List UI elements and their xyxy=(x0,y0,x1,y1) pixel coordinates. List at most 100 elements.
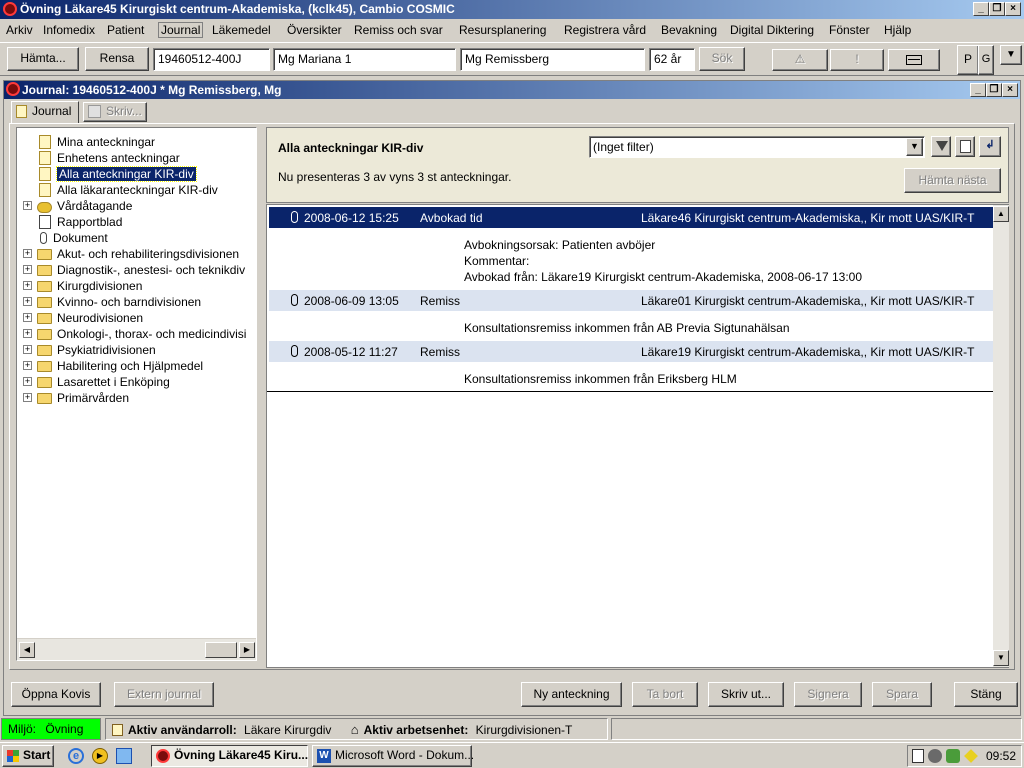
ie-quicklaunch-icon[interactable]: e xyxy=(68,748,84,764)
search-button[interactable]: Sök xyxy=(699,47,745,71)
windows-taskbar: Start e ▶ Övning Läkare45 Kiru... W Micr… xyxy=(0,742,1024,768)
filter-icon-button[interactable] xyxy=(931,136,951,157)
note-row[interactable]: 2008-05-12 11:27 Remiss Läkare19 Kirurgi… xyxy=(269,341,993,362)
save-button[interactable]: Spara xyxy=(872,682,932,707)
pencil-tray-icon[interactable] xyxy=(964,749,978,763)
menu-digital-diktering[interactable]: Digital Diktering xyxy=(730,23,814,37)
menu-patient[interactable]: Patient xyxy=(107,23,144,37)
sign-button[interactable]: Signera xyxy=(794,682,862,707)
network-tray-icon[interactable] xyxy=(928,749,942,763)
menu-oversikter[interactable]: Översikter xyxy=(287,23,342,37)
coins-icon xyxy=(37,202,52,213)
tree-node[interactable]: + Habilitering och Hjälpmedel xyxy=(17,358,256,374)
expand-icon[interactable]: + xyxy=(23,297,32,306)
tree-node[interactable]: + Neurodivisionen xyxy=(17,310,256,326)
menu-lakemedel[interactable]: Läkemedel xyxy=(212,23,271,37)
expand-icon[interactable]: + xyxy=(23,393,32,402)
menu-registrera-vard[interactable]: Registrera vård xyxy=(564,23,646,37)
expand-icon[interactable]: + xyxy=(23,345,32,354)
shield-tray-icon[interactable] xyxy=(946,749,960,763)
menu-arkiv[interactable]: Arkiv xyxy=(6,23,33,37)
journal-minimize-button[interactable]: _ xyxy=(970,83,986,97)
restore-button[interactable]: ❐ xyxy=(989,2,1005,16)
first-name-field[interactable]: Mg Mariana 1 xyxy=(273,48,456,71)
clear-button[interactable]: Rensa xyxy=(85,47,149,71)
warning-button[interactable]: ⚠ xyxy=(772,49,828,71)
close-journal-button[interactable]: Stäng xyxy=(954,682,1018,707)
tree-node[interactable]: + Kirurgdivisionen xyxy=(17,278,256,294)
tree-node[interactable]: Dokument xyxy=(17,230,256,246)
tree-node[interactable]: + Akut- och rehabiliteringsdivisionen xyxy=(17,246,256,262)
notes-vertical-scrollbar[interactable]: ▲ ▼ xyxy=(993,205,1009,667)
media-player-quicklaunch-icon[interactable]: ▶ xyxy=(92,748,108,764)
open-kovis-button[interactable]: Öppna Kovis xyxy=(11,682,101,707)
menu-resursplanering[interactable]: Resursplanering xyxy=(459,23,546,37)
toolbar-dropdown-button[interactable]: ▼ xyxy=(1000,45,1022,65)
filter-select[interactable]: (Inget filter) xyxy=(589,136,925,158)
minus-box-button[interactable] xyxy=(888,49,940,71)
personnummer-field[interactable]: 19460512-400J xyxy=(153,48,270,71)
taskbar-item-word[interactable]: W Microsoft Word - Dokum... xyxy=(312,745,474,767)
print-button[interactable]: Skriv ut... xyxy=(708,682,784,707)
expand-icon[interactable]: + xyxy=(23,281,32,290)
tree-node[interactable]: + Onkologi-, thorax- och medicindivisi xyxy=(17,326,256,342)
expand-icon[interactable]: + xyxy=(23,313,32,322)
tree-node[interactable]: Alla anteckningar KIR-div xyxy=(17,166,256,182)
tree-node[interactable]: Rapportblad xyxy=(17,214,256,230)
keyboard-tray-icon[interactable] xyxy=(912,749,924,763)
tree-node[interactable]: Enhetens anteckningar xyxy=(17,150,256,166)
menu-fonster[interactable]: Fönster xyxy=(829,23,870,37)
p-button[interactable]: P xyxy=(957,45,979,75)
tree-scroll-thumb[interactable] xyxy=(205,642,237,658)
tree-node[interactable]: + Primärvården xyxy=(17,390,256,406)
fetch-next-button[interactable]: Hämta nästa xyxy=(904,168,1001,193)
close-button[interactable]: × xyxy=(1005,2,1021,16)
note-type: Remiss xyxy=(420,345,461,359)
note-row[interactable]: 2008-06-09 13:05 Remiss Läkare01 Kirurgi… xyxy=(269,290,993,311)
expand-icon[interactable]: + xyxy=(23,361,32,370)
journal-close-button[interactable]: × xyxy=(1002,83,1018,97)
menu-journal[interactable]: Journal xyxy=(158,22,204,38)
g-button[interactable]: G xyxy=(978,45,994,75)
minimize-button[interactable]: _ xyxy=(973,2,989,16)
tab-skriv[interactable]: Skriv... xyxy=(83,102,147,122)
filter-dropdown-arrow-icon[interactable]: ▼ xyxy=(906,138,923,156)
sort-icon-button[interactable]: ↲ xyxy=(979,136,1001,157)
expand-icon[interactable]: + xyxy=(23,265,32,274)
tree-horizontal-scrollbar[interactable]: ◀ ▶ xyxy=(17,638,256,660)
desktop-quicklaunch-icon[interactable] xyxy=(116,748,132,764)
expand-icon[interactable]: + xyxy=(23,377,32,386)
note-row[interactable]: 2008-06-12 15:25 Avbokad tid Läkare46 Ki… xyxy=(269,207,993,228)
scroll-down-arrow-icon[interactable]: ▼ xyxy=(993,650,1009,666)
scroll-left-arrow-icon[interactable]: ◀ xyxy=(19,642,35,658)
alert-button[interactable]: ! xyxy=(830,49,884,71)
last-name-field[interactable]: Mg Remissberg xyxy=(460,48,645,71)
new-note-button[interactable]: Ny anteckning xyxy=(521,682,622,707)
scroll-right-arrow-icon[interactable]: ▶ xyxy=(239,642,255,658)
expand-icon[interactable]: + xyxy=(23,329,32,338)
tree-node[interactable]: + Kvinno- och barndivisionen xyxy=(17,294,256,310)
tree-node[interactable]: Mina anteckningar xyxy=(17,134,256,150)
tab-journal[interactable]: Journal xyxy=(11,101,79,123)
tree-node[interactable]: + Diagnostik-, anestesi- och teknikdiv xyxy=(17,262,256,278)
taskbar-item-cosmic[interactable]: Övning Läkare45 Kiru... xyxy=(151,745,308,767)
tree-node[interactable]: + Lasarettet i Enköping xyxy=(17,374,256,390)
tree-node[interactable]: + Vårdåtagande xyxy=(17,198,256,214)
notes-header-panel: Alla anteckningar KIR-div (Inget filter)… xyxy=(266,127,1009,203)
expand-icon[interactable]: + xyxy=(23,201,32,210)
fetch-patient-button[interactable]: Hämta... xyxy=(7,47,79,71)
menu-bevakning[interactable]: Bevakning xyxy=(661,23,717,37)
scroll-up-arrow-icon[interactable]: ▲ xyxy=(993,206,1009,222)
menu-remiss-och-svar[interactable]: Remiss och svar xyxy=(354,23,443,37)
tree-node[interactable]: + Psykiatridivisionen xyxy=(17,342,256,358)
expand-icon[interactable]: + xyxy=(23,249,32,258)
journal-restore-button[interactable]: ❐ xyxy=(986,83,1002,97)
start-button[interactable]: Start xyxy=(2,745,54,767)
menu-hjalp[interactable]: Hjälp xyxy=(884,23,911,37)
funnel-icon xyxy=(936,141,948,151)
external-journal-button[interactable]: Extern journal xyxy=(114,682,214,707)
document-icon-button[interactable] xyxy=(955,136,975,157)
menu-infomedix[interactable]: Infomedix xyxy=(43,23,95,37)
tree-node[interactable]: Alla läkaranteckningar KIR-div xyxy=(17,182,256,198)
delete-button[interactable]: Ta bort xyxy=(632,682,698,707)
